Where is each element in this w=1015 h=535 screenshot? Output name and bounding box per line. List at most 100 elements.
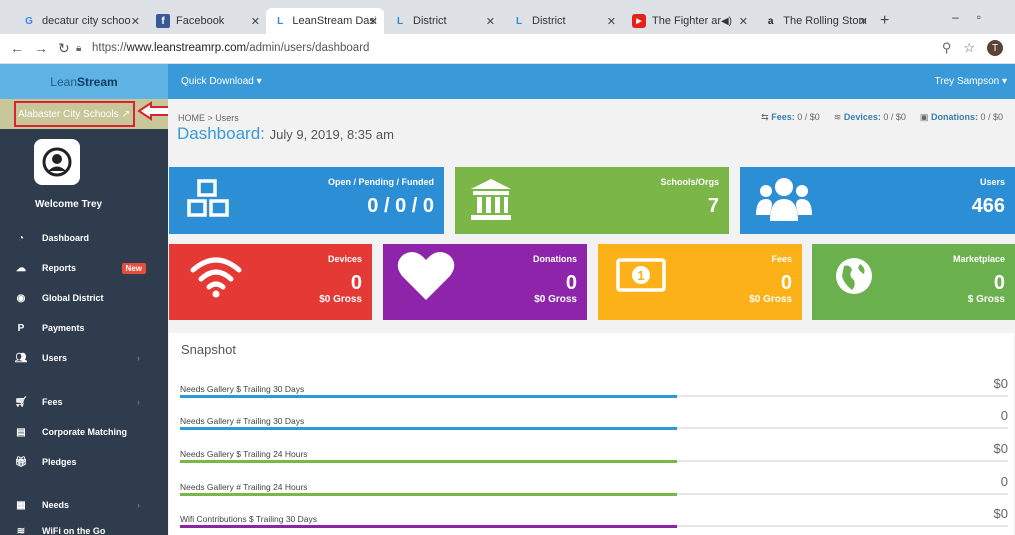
snapshot-row-value: 0 [1000,408,1008,423]
brand-logo[interactable]: Lean Stream [0,64,168,99]
browser-tab-strip: G decatur city schoo ✕ f Facebook ✕ L Le… [0,0,1015,34]
tile-label: Users [979,177,1005,187]
back-icon[interactable]: ← [10,40,34,56]
sidebar-item-global-district[interactable]: ◉ Global District [0,288,168,308]
sidebar-item-needs[interactable]: ▦ Needs › [0,495,168,515]
browser-tab[interactable]: f Facebook ✕ [148,8,266,34]
close-icon[interactable]: ✕ [486,15,495,28]
tile-value: 466 [971,195,1005,217]
svg-text:1: 1 [637,268,644,283]
chevron-right-icon: › [137,353,140,363]
close-icon[interactable]: ✕ [369,15,378,28]
zoom-icon[interactable]: ⚲ [942,40,952,56]
sidebar-item-label: Reports [42,263,77,273]
sidebar-item-payments[interactable]: P Payments [0,318,168,338]
welcome-text: Welcome Trey [35,199,103,210]
browser-tab[interactable]: a The Rolling Stone ✕ [756,8,874,34]
sidebar-item-fees[interactable]: 🛒︎ Fees › [0,392,168,412]
tile-schools[interactable]: Schools/Orgs 7 [455,167,729,234]
tab-title: The Fighter ar [652,15,722,27]
nav-buttons[interactable]: ←→↻ [10,40,80,57]
close-icon[interactable]: ✕ [251,15,260,28]
tile-devices[interactable]: Devices 0 $0 Gross [169,244,372,320]
forward-icon[interactable]: → [34,40,58,56]
browser-tab[interactable]: L District ✕ [504,8,622,34]
tile-donations[interactable]: Donations 0 $0 Gross [383,244,587,320]
sidebar-item-wifi[interactable]: ≋ WiFi on the Go [0,526,168,535]
user-circle-icon [42,147,72,177]
url-host: www.leanstreamrp.com [126,42,247,54]
sidebar-item-label: WiFi on the Go [42,526,106,535]
stat-donations: ▣ Donations: 0 / $0 [920,112,1003,123]
close-icon[interactable]: ✕ [859,15,868,28]
sidebar-item-pledges[interactable]: 🎁︎ Pledges [0,452,168,472]
new-tab-button[interactable]: + [880,12,889,30]
stat-devices: ≋ Devices: 0 / $0 [834,112,906,123]
heart-icon [397,251,455,300]
close-icon[interactable]: ✕ [607,15,616,28]
close-icon[interactable]: ✕ [739,15,748,28]
dashboard-icon: ◔ [17,232,25,244]
sidebar-item-label: Corporate Matching [42,427,128,437]
tile-gross: $0 Gross [534,294,577,305]
brand-light: Lean [50,74,77,89]
sidebar-item-label: Users [42,353,68,363]
amazon-icon: a [767,15,774,27]
url-field[interactable]: https://www.leanstreamrp.com/admin/users… [92,42,369,54]
speaker-icon[interactable]: ◀) [721,16,732,27]
browser-tab[interactable]: G decatur city schoo ✕ [14,8,146,34]
sidebar-item-users[interactable]: 👥︎ Users › [0,348,168,368]
star-icon[interactable]: ☆ [963,40,975,56]
fees-icon: ⇆ [761,112,769,122]
tile-label: Schools/Orgs [660,177,719,187]
tile-value: 0 [780,272,792,294]
sidebar-item-label: Pledges [42,457,77,467]
leanstream-icon: L [277,15,284,27]
tile-marketplace[interactable]: Marketplace 0 $ Gross [812,244,1015,320]
tab-title: District [532,15,566,27]
tile-value: 0 [565,272,577,294]
snapshot-progress-track [180,525,1008,528]
close-icon[interactable]: ✕ [131,15,140,28]
money-icon: 1 [616,258,666,292]
page-title-text: Dashboard: [177,124,265,143]
sidebar-item-corporate-matching[interactable]: ▤ Corporate Matching [0,422,168,442]
snapshot-row-value: 0 [1000,474,1008,489]
snapshot-progress-track [180,460,1008,463]
leanstream-icon: L [396,15,404,27]
snapshot-row-label: Needs Gallery # Trailing 24 Hours [180,482,308,492]
quick-download-menu[interactable]: Quick Download ▾ [181,76,262,87]
window-controls[interactable]: –▫ [952,10,999,24]
sidebar-item-reports[interactable]: ☁ Reports New [0,258,168,278]
building-icon [471,179,511,220]
browser-tab[interactable]: ▶ The Fighter ar ◀) ✕ [624,8,754,34]
sidebar-item-label: Global District [42,293,104,303]
profile-avatar[interactable]: T [987,40,1003,56]
tile-needs[interactable]: Open / Pending / Funded 0 / 0 / 0 [169,167,444,234]
sidebar-item-dashboard[interactable]: ◔ Dashboard [0,228,168,248]
school-selector[interactable]: Alabaster City Schools ↗ [14,101,135,127]
tile-users[interactable]: Users 466 [740,167,1015,234]
header-stats: ⇆ Fees: 0 / $0 ≋ Devices: 0 / $0 ▣ Donat… [761,112,1003,123]
tile-fees[interactable]: 1 Fees 0 $0 Gross [598,244,802,320]
user-menu[interactable]: Trey Sampson ▾ [935,76,1007,87]
snapshot-row-label: Needs Gallery $ Trailing 30 Days [180,384,305,394]
snapshot-progress-fill [180,525,677,528]
youtube-icon: ▶ [632,14,646,28]
tab-title: The Rolling Stone [783,15,866,27]
browser-tab-active[interactable]: L LeanStream Dashb ✕ [266,8,384,34]
sidebar-item-label: Fees [42,397,63,407]
tile-value: 0 [993,272,1005,294]
tab-title: Facebook [176,15,225,27]
browser-tab[interactable]: L District ✕ [385,8,501,34]
wifi-icon: ≋ [16,526,26,535]
chevron-right-icon: › [137,397,140,407]
stat-label: Fees: [771,112,795,122]
url-path: /admin/users/dashboard [246,42,370,54]
eye-icon: ◉ [16,292,26,304]
users-icon: 👥︎ [14,352,28,364]
page-date: July 9, 2019, 8:35 am [269,127,394,142]
avatar[interactable] [34,139,80,185]
tile-label: Donations [533,254,577,264]
stat-value: 0 / $0 [883,112,906,122]
